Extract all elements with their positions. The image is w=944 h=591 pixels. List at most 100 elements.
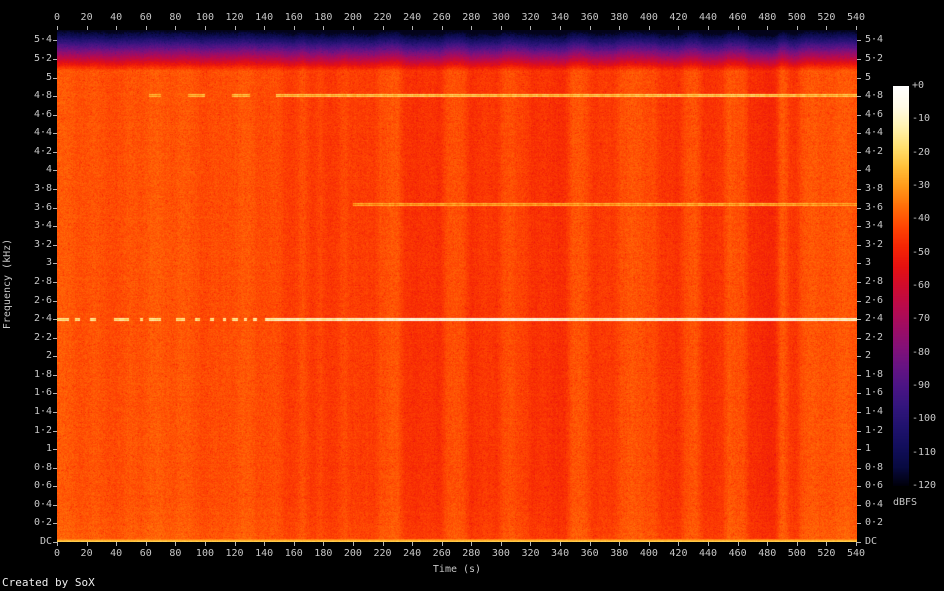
y-tick-right — [857, 374, 861, 376]
y-tick-right — [857, 133, 861, 135]
y-tick-left — [53, 59, 57, 61]
y-tick-label-right: 3·8 — [865, 183, 884, 195]
y-tick-right — [857, 467, 861, 469]
x-tick-bottom — [352, 542, 354, 546]
y-tick-left — [53, 411, 57, 413]
y-tick-label-right: 2·4 — [865, 313, 884, 325]
y-tick-right — [857, 393, 861, 395]
y-tick-label-left: 3·6 — [33, 201, 52, 213]
colorbar-tick-label: -100 — [912, 413, 937, 425]
colorbar-tick-label: -70 — [912, 313, 931, 325]
colorbar-tick-label: -40 — [912, 213, 931, 225]
y-tick-right — [857, 207, 861, 209]
x-tick-top — [500, 26, 502, 30]
y-tick-label-right: 3·2 — [865, 238, 884, 250]
x-tick-bottom — [471, 542, 473, 546]
y-tick-left — [53, 504, 57, 506]
y-tick-right — [857, 263, 861, 265]
x-tick-bottom — [204, 542, 206, 546]
y-tick-right — [857, 542, 861, 543]
x-tick-top — [471, 26, 473, 30]
y-tick-right — [857, 244, 861, 246]
x-tick-top — [352, 26, 354, 30]
y-tick-label-left: 1 — [45, 443, 52, 455]
colorbar-tick-label: -120 — [912, 480, 937, 491]
y-tick-left — [53, 77, 57, 79]
y-tick-left — [53, 374, 57, 376]
y-tick-left — [53, 523, 57, 525]
y-tick-right — [857, 189, 861, 191]
y-tick-right — [857, 170, 861, 172]
x-tick-top — [86, 26, 88, 30]
y-tick-left — [53, 151, 57, 153]
y-tick-left — [53, 337, 57, 339]
x-tick-top — [826, 26, 828, 30]
y-tick-label-left: 4·6 — [33, 108, 52, 120]
x-tick-top — [204, 26, 206, 30]
x-tick-top — [648, 26, 650, 30]
y-tick-label-left: 4 — [45, 164, 52, 176]
y-tick-left — [53, 170, 57, 172]
colorbar-tick-label: -20 — [912, 146, 931, 158]
x-tick-bottom — [589, 542, 591, 546]
x-tick-top — [116, 26, 118, 30]
y-tick-label-right: 4 — [865, 164, 872, 176]
colorbar-unit-label: dBFS — [893, 497, 918, 508]
x-tick-top — [619, 26, 621, 30]
x-tick-bottom — [86, 542, 88, 546]
y-tick-label-right: 2·6 — [865, 294, 884, 306]
y-tick-label-left: 5 — [45, 71, 52, 83]
y-tick-label-right: 2 — [865, 350, 872, 362]
y-tick-left — [53, 356, 57, 358]
x-tick-top — [767, 26, 769, 30]
y-tick-label-right: DC — [865, 536, 878, 547]
y-tick-label-left: 1·2 — [33, 424, 52, 436]
x-tick-bottom — [441, 542, 443, 546]
x-tick-top — [382, 26, 384, 30]
y-tick-label-left: 0·4 — [33, 498, 52, 510]
y-tick-label-right: 1 — [865, 443, 872, 455]
y-tick-left — [53, 207, 57, 209]
y-axis-title: Frequency (kHz) — [2, 238, 13, 330]
y-tick-label-right: 1·6 — [865, 387, 884, 399]
y-tick-label-right: 0·8 — [865, 461, 884, 473]
y-tick-right — [857, 40, 861, 42]
y-tick-right — [857, 430, 861, 432]
y-tick-left — [53, 244, 57, 246]
y-tick-label-left: 1·8 — [33, 368, 52, 380]
y-tick-label-right: 2·2 — [865, 331, 884, 343]
x-tick-top — [145, 26, 147, 30]
y-tick-left — [53, 96, 57, 98]
x-tick-bottom — [116, 542, 118, 546]
y-tick-right — [857, 356, 861, 358]
x-tick-top — [708, 26, 710, 30]
x-tick-bottom — [560, 542, 562, 546]
x-tick-top — [441, 26, 443, 30]
y-tick-left — [53, 114, 57, 116]
y-tick-label-right: 2·8 — [865, 275, 884, 287]
x-tick-bottom — [145, 542, 147, 546]
y-tick-label-left: 2 — [45, 350, 52, 362]
y-tick-label-right: 5·4 — [865, 34, 884, 46]
y-tick-label-right: 3·6 — [865, 201, 884, 213]
y-tick-label-right: 4·2 — [865, 145, 884, 157]
y-tick-label-right: 1·8 — [865, 368, 884, 380]
colorbar-tick-label: -60 — [912, 280, 931, 291]
x-tick-top — [234, 26, 236, 30]
x-tick-label-bottom: 540 — [846, 548, 866, 559]
x-tick-top — [856, 26, 857, 30]
y-tick-left — [53, 430, 57, 432]
y-tick-right — [857, 281, 861, 283]
x-tick-bottom — [412, 542, 414, 546]
y-tick-label-left: 5·4 — [33, 34, 52, 46]
x-tick-bottom — [234, 542, 236, 546]
y-tick-left — [53, 319, 57, 321]
y-tick-label-left: 0·2 — [33, 517, 52, 529]
y-tick-label-left: 1·4 — [33, 405, 52, 417]
credit-text: Created by SoX — [2, 576, 95, 589]
y-tick-left — [53, 226, 57, 228]
y-tick-left — [53, 281, 57, 283]
y-tick-label-right: 5 — [865, 71, 872, 83]
x-tick-top — [175, 26, 177, 30]
x-tick-bottom — [500, 542, 502, 546]
